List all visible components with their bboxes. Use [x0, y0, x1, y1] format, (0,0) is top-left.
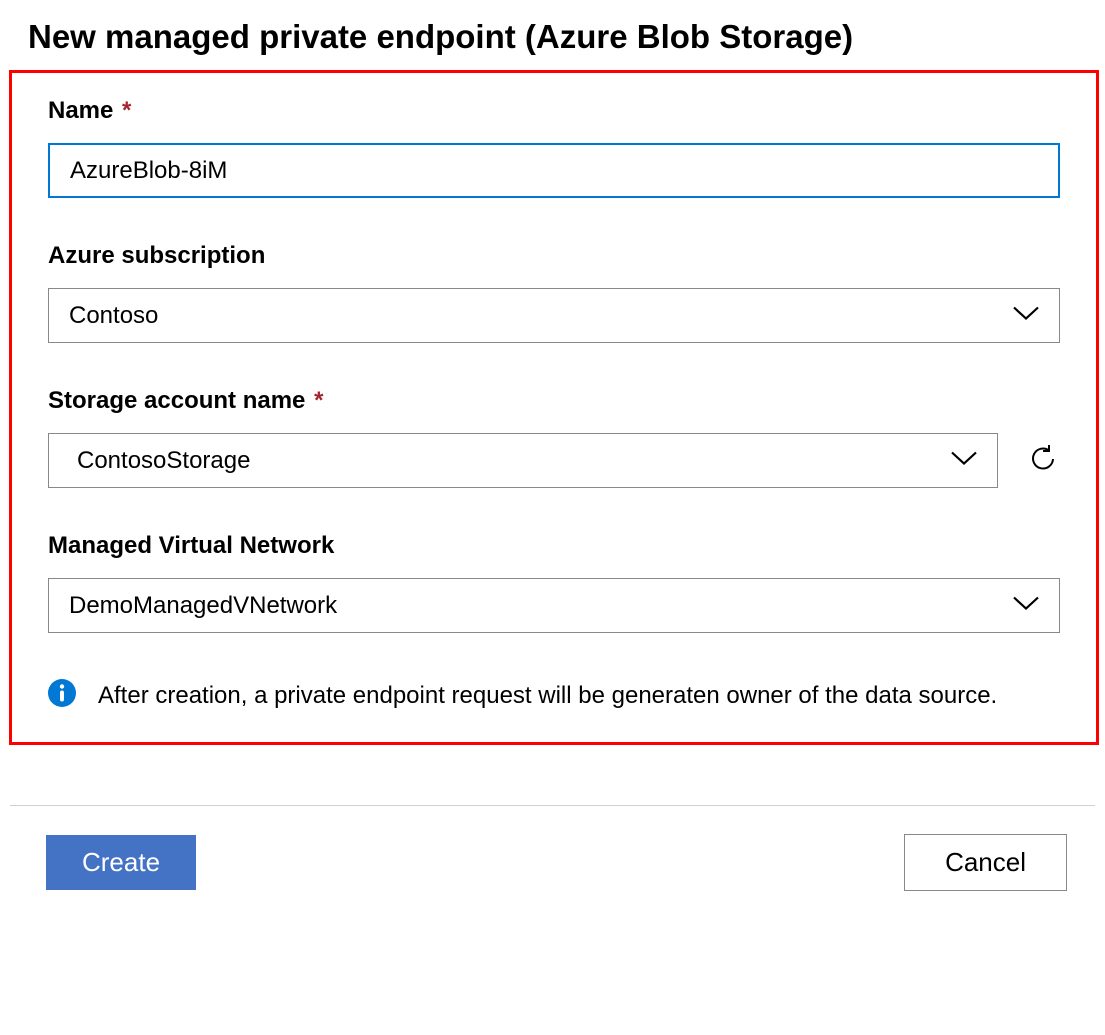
name-label-text: Name — [48, 97, 113, 124]
divider — [10, 805, 1095, 806]
info-message-row: After creation, a private endpoint reque… — [48, 677, 1060, 714]
name-label: Name * — [48, 97, 1060, 125]
storage-account-row: ContosoStorage — [48, 433, 1060, 488]
required-asterisk: * — [122, 97, 131, 124]
storage-account-dropdown-wrap: ContosoStorage — [48, 433, 998, 488]
form-panel: Name * Azure subscription Contoso Storag… — [9, 70, 1099, 745]
managed-network-dropdown-wrap: DemoManagedVNetwork — [48, 578, 1060, 633]
storage-account-value: ContosoStorage — [77, 447, 250, 475]
field-subscription: Azure subscription Contoso — [48, 242, 1060, 343]
managed-network-label: Managed Virtual Network — [48, 532, 1060, 560]
cancel-button[interactable]: Cancel — [904, 834, 1067, 891]
storage-account-dropdown[interactable]: ContosoStorage — [48, 433, 998, 488]
field-storage-account: Storage account name * ContosoStorage — [48, 387, 1060, 488]
subscription-value: Contoso — [69, 302, 158, 330]
managed-network-dropdown[interactable]: DemoManagedVNetwork — [48, 578, 1060, 633]
refresh-icon — [1027, 443, 1059, 478]
info-message-text: After creation, a private endpoint reque… — [98, 677, 997, 714]
storage-account-label-text: Storage account name — [48, 387, 305, 414]
page-title: New managed private endpoint (Azure Blob… — [0, 0, 1105, 70]
subscription-dropdown-wrap: Contoso — [48, 288, 1060, 343]
name-input[interactable] — [48, 143, 1060, 198]
refresh-button[interactable] — [1026, 444, 1060, 478]
subscription-dropdown[interactable]: Contoso — [48, 288, 1060, 343]
storage-account-label: Storage account name * — [48, 387, 1060, 415]
info-icon — [48, 679, 76, 707]
required-asterisk: * — [314, 387, 323, 414]
field-managed-network: Managed Virtual Network DemoManagedVNetw… — [48, 532, 1060, 633]
field-name: Name * — [48, 97, 1060, 198]
subscription-label: Azure subscription — [48, 242, 1060, 270]
footer: Create Cancel — [0, 810, 1105, 915]
create-button[interactable]: Create — [46, 835, 196, 890]
managed-network-value: DemoManagedVNetwork — [69, 592, 337, 620]
